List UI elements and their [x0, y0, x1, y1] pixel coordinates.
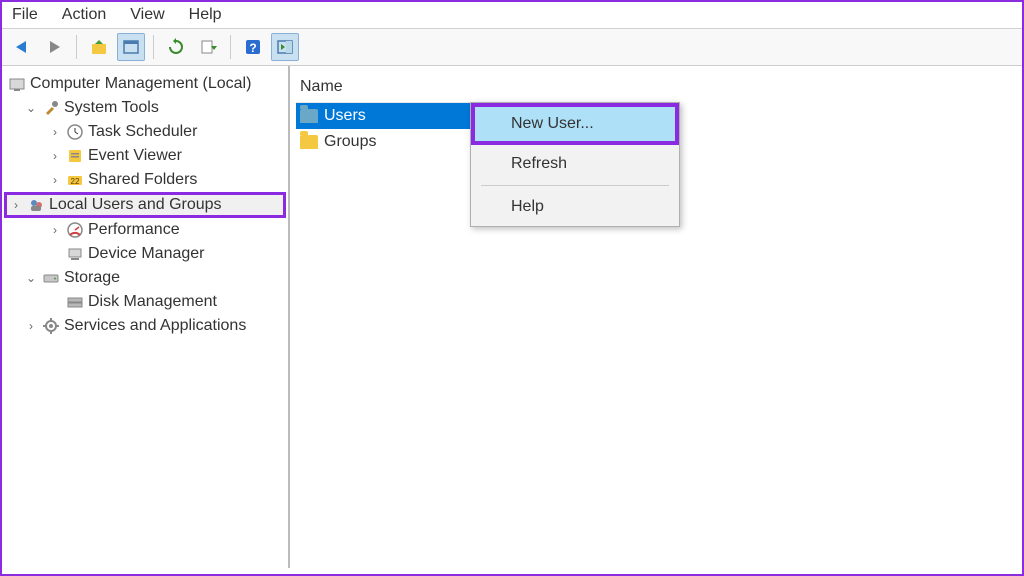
list-column-name[interactable]: Name — [296, 72, 576, 103]
menu-view[interactable]: View — [130, 6, 164, 24]
twisty-collapsed-icon[interactable]: › — [48, 173, 62, 187]
tree-device-manager[interactable]: Device Manager — [4, 242, 286, 266]
show-hide-tree-button[interactable] — [117, 33, 145, 61]
context-help[interactable]: Help — [471, 188, 679, 226]
performance-icon — [66, 221, 84, 239]
tree-label: System Tools — [64, 99, 159, 117]
list-item-label: Users — [324, 107, 366, 125]
twisty-collapsed-icon[interactable]: › — [9, 198, 23, 212]
tree-pane: Computer Management (Local) ⌄ System Too… — [2, 66, 290, 568]
tree-label: Event Viewer — [88, 147, 182, 165]
event-viewer-icon — [66, 147, 84, 165]
tree-label: Device Manager — [88, 245, 205, 263]
twisty-collapsed-icon[interactable]: › — [24, 319, 38, 333]
tree-disk-management[interactable]: Disk Management — [4, 290, 286, 314]
folder-icon — [300, 135, 318, 149]
storage-icon — [42, 269, 60, 287]
help-button[interactable]: ? — [239, 33, 267, 61]
content-area: Computer Management (Local) ⌄ System Too… — [2, 66, 1022, 568]
device-manager-icon — [66, 245, 84, 263]
export-list-button[interactable] — [194, 33, 222, 61]
tree-label: Shared Folders — [88, 171, 197, 189]
tree-label: Task Scheduler — [88, 123, 197, 141]
list-item-label: Groups — [324, 133, 376, 151]
menubar: File Action View Help — [2, 2, 1022, 29]
context-refresh[interactable]: Refresh — [471, 145, 679, 183]
tree-task-scheduler[interactable]: › Task Scheduler — [4, 120, 286, 144]
folder-icon — [300, 109, 318, 123]
back-button[interactable] — [8, 33, 36, 61]
toolbar-separator — [230, 35, 231, 59]
twisty-collapsed-icon[interactable]: › — [48, 149, 62, 163]
tree-label: Local Users and Groups — [49, 196, 222, 214]
computer-management-icon — [8, 75, 26, 93]
tree-root[interactable]: Computer Management (Local) — [4, 72, 286, 96]
forward-button[interactable] — [40, 33, 68, 61]
tree-label: Performance — [88, 221, 180, 239]
menu-action[interactable]: Action — [62, 6, 106, 24]
tree-event-viewer[interactable]: › Event Viewer — [4, 144, 286, 168]
tree-root-label: Computer Management (Local) — [30, 75, 251, 93]
list-pane: Name Users Groups New User... Refresh He… — [290, 66, 1022, 568]
services-icon — [42, 317, 60, 335]
disk-management-icon — [66, 293, 84, 311]
up-level-button[interactable] — [85, 33, 113, 61]
svg-text:?: ? — [249, 41, 256, 55]
twisty-collapsed-icon[interactable]: › — [48, 125, 62, 139]
tree-system-tools[interactable]: ⌄ System Tools — [4, 96, 286, 120]
twisty-expanded-icon[interactable]: ⌄ — [24, 101, 38, 115]
twisty-expanded-icon[interactable]: ⌄ — [24, 271, 38, 285]
tools-icon — [42, 99, 60, 117]
clock-icon — [66, 123, 84, 141]
shared-folders-icon: 22 — [66, 171, 84, 189]
toolbar: ? — [2, 29, 1022, 66]
tree-label: Disk Management — [88, 293, 217, 311]
action-pane-button[interactable] — [271, 33, 299, 61]
context-new-user[interactable]: New User... — [471, 103, 679, 145]
users-groups-icon — [27, 196, 45, 214]
tree-storage[interactable]: ⌄ Storage — [4, 266, 286, 290]
tree-label: Services and Applications — [64, 317, 246, 335]
menu-help[interactable]: Help — [189, 6, 222, 24]
context-separator — [481, 185, 669, 186]
refresh-button[interactable] — [162, 33, 190, 61]
tree-performance[interactable]: › Performance — [4, 218, 286, 242]
context-menu: New User... Refresh Help — [470, 102, 680, 227]
menu-file[interactable]: File — [12, 6, 38, 24]
tree-shared-folders[interactable]: › 22 Shared Folders — [4, 168, 286, 192]
svg-text:22: 22 — [71, 177, 80, 186]
toolbar-separator — [153, 35, 154, 59]
tree-local-users-groups[interactable]: › Local Users and Groups — [4, 192, 286, 218]
twisty-collapsed-icon[interactable]: › — [48, 223, 62, 237]
toolbar-separator — [76, 35, 77, 59]
tree-services-apps[interactable]: › Services and Applications — [4, 314, 286, 338]
tree-label: Storage — [64, 269, 120, 287]
